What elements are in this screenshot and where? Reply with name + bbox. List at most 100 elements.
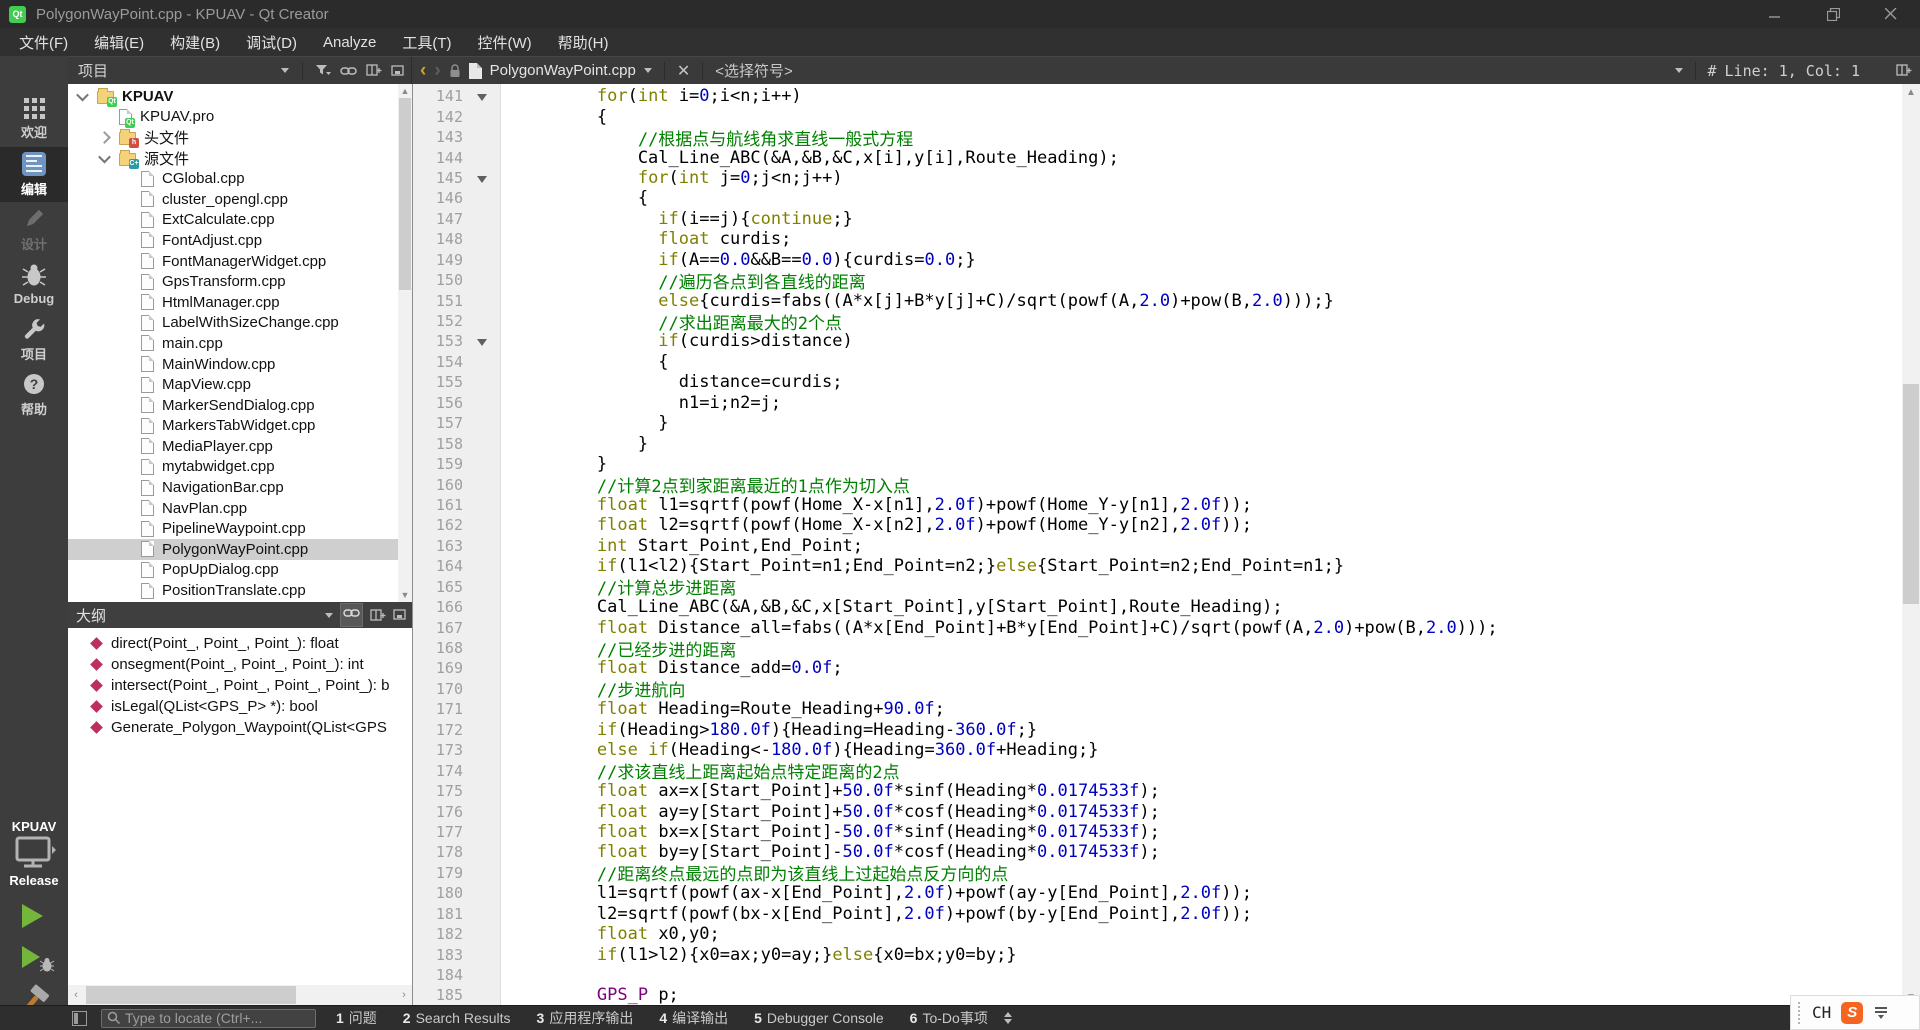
scrollbar-thumb[interactable]	[399, 98, 411, 290]
tree-item[interactable]: PopUpDialog.cpp	[68, 560, 398, 581]
editor-scrollbar[interactable]: ▲ ▼	[1902, 84, 1920, 1005]
tree-item[interactable]: CGlobal.cpp	[68, 168, 398, 189]
code-line[interactable]: 170 //步进航向	[413, 679, 1902, 699]
code-line[interactable]: 161 float l1=sqrtf(powf(Home_X-x[n1],2.0…	[413, 495, 1902, 515]
output-pane-button-4[interactable]: 4编译输出	[659, 1008, 728, 1028]
tree-item[interactable]: LabelWithSizeChange.cpp	[68, 313, 398, 334]
mode-debug[interactable]: Debug	[0, 257, 68, 312]
ime-menu-icon[interactable]	[1875, 1007, 1887, 1019]
restore-button[interactable]	[1804, 0, 1862, 28]
expander-open-icon[interactable]	[76, 89, 89, 102]
code-line[interactable]: 152 //求出距离最大的2个点	[413, 311, 1902, 331]
kit-selector[interactable]	[0, 836, 68, 870]
output-pane-button-5[interactable]: 5Debugger Console	[754, 1010, 884, 1026]
ime-language-indicator[interactable]: CH	[1812, 1003, 1831, 1022]
tree-item[interactable]: main.cpp	[68, 333, 398, 354]
code-line[interactable]: 184	[413, 965, 1902, 985]
locator-input[interactable]: Type to locate (Ctrl+...	[101, 1009, 316, 1028]
code-line[interactable]: 177 float bx=x[Start_Point]-50.0f*sinf(H…	[413, 822, 1902, 842]
menu-item[interactable]: Analyze	[310, 28, 389, 56]
tree-item[interactable]: QtKPUAV	[68, 86, 398, 107]
code-line[interactable]: 160 //计算2点到家距离最近的1点作为切入点	[413, 474, 1902, 494]
code-line[interactable]: 183 if(l1>l2){x0=ax;y0=ay;}else{x0=bx;y0…	[413, 944, 1902, 964]
tree-item[interactable]: MarkersTabWidget.cpp	[68, 416, 398, 437]
filter-icon[interactable]	[316, 64, 331, 78]
output-pane-button-1[interactable]: 1问题	[336, 1008, 377, 1028]
tree-item[interactable]: PipelineWaypoint.cpp	[68, 518, 398, 539]
menu-item[interactable]: 调试(D)	[233, 28, 310, 56]
outline-item[interactable]: onsegment(Point_, Point_, Point_): int	[68, 654, 412, 675]
open-document-name[interactable]: PolygonWayPoint.cpp	[490, 62, 636, 79]
scrollbar-thumb[interactable]	[1903, 384, 1919, 604]
tree-item[interactable]: PolygonWayPoint.cpp	[68, 539, 398, 560]
fold-chevron-icon[interactable]	[477, 94, 487, 101]
code-line[interactable]: 148 float curdis;	[413, 229, 1902, 249]
mode-edit[interactable]: 编辑	[0, 147, 68, 202]
code-line[interactable]: 171 float Heading=Route_Heading+90.0f;	[413, 699, 1902, 719]
tree-item[interactable]: MapView.cpp	[68, 374, 398, 395]
tree-item[interactable]: QtKPUAV.pro	[68, 107, 398, 128]
expander-closed-icon[interactable]	[98, 131, 111, 144]
sync-with-editor-icon[interactable]	[340, 65, 357, 77]
ime-drag-handle[interactable]	[1798, 1002, 1802, 1024]
menu-item[interactable]: 控件(W)	[465, 28, 545, 56]
code-area[interactable]: 141 for(int i=0;i<n;i++)142 {143 //根据点与航…	[413, 86, 1902, 1005]
code-line[interactable]: 150 //遍历各点到各直线的距离	[413, 270, 1902, 290]
menu-item[interactable]: 文件(F)	[6, 28, 81, 56]
tree-item[interactable]: h头文件	[68, 127, 398, 148]
document-dropdown-icon[interactable]	[644, 68, 652, 73]
menu-item[interactable]: 编辑(E)	[81, 28, 157, 56]
split-panel-icon[interactable]	[370, 609, 386, 622]
outline-item[interactable]: isLegal(QList<GPS_P> *): bool	[68, 696, 412, 717]
code-line[interactable]: 165 //计算总步进距离	[413, 577, 1902, 597]
tree-item[interactable]: NavPlan.cpp	[68, 498, 398, 519]
tree-item[interactable]: ExtCalculate.cpp	[68, 210, 398, 231]
split-editor-icon[interactable]	[1896, 64, 1912, 77]
code-line[interactable]: 147 if(i==j){continue;}	[413, 209, 1902, 229]
tree-item[interactable]: cluster_opengl.cpp	[68, 189, 398, 210]
tree-item[interactable]: mytabwidget.cpp	[68, 457, 398, 478]
code-line[interactable]: 166 Cal_Line_ABC(&A,&B,&C,x[Start_Point]…	[413, 597, 1902, 617]
code-line[interactable]: 155 distance=curdis;	[413, 372, 1902, 392]
sync-with-editor-icon[interactable]	[340, 603, 363, 627]
code-line[interactable]: 176 float ay=y[Start_Point]+50.0f*cosf(H…	[413, 801, 1902, 821]
scrollbar-thumb[interactable]	[86, 986, 296, 1004]
code-line[interactable]: 168 //已经步进的距离	[413, 638, 1902, 658]
output-pane-arrows-icon[interactable]	[1004, 1012, 1012, 1024]
debug-run-button[interactable]	[22, 946, 56, 979]
run-button[interactable]	[22, 904, 43, 928]
outline-item[interactable]: direct(Point_, Point_, Point_): float	[68, 633, 412, 654]
code-line[interactable]: 162 float l2=sqrtf(powf(Home_X-x[n2],2.0…	[413, 515, 1902, 535]
tree-item[interactable]: FontManagerWidget.cpp	[68, 251, 398, 272]
tree-item[interactable]: FontAdjust.cpp	[68, 230, 398, 251]
code-line[interactable]: 157 }	[413, 413, 1902, 433]
code-line[interactable]: 141 for(int i=0;i<n;i++)	[413, 86, 1902, 106]
menu-item[interactable]: 工具(T)	[389, 28, 464, 56]
code-line[interactable]: 182 float x0,y0;	[413, 924, 1902, 944]
tree-item[interactable]: MainWindow.cpp	[68, 354, 398, 375]
tree-item[interactable]: MarkerSendDialog.cpp	[68, 395, 398, 416]
scroll-up-icon[interactable]: ▲	[398, 84, 412, 98]
code-line[interactable]: 175 float ax=x[Start_Point]+50.0f*sinf(H…	[413, 781, 1902, 801]
code-line[interactable]: 181 l2=sqrtf(powf(bx-x[End_Point],2.0f)+…	[413, 904, 1902, 924]
sogou-icon[interactable]: S	[1841, 1002, 1863, 1024]
output-pane-button-6[interactable]: 6To-Do事项	[910, 1008, 988, 1028]
tree-item[interactable]: C+源文件	[68, 148, 398, 169]
fold-region[interactable]	[463, 168, 501, 188]
code-line[interactable]: 180 l1=sqrtf(powf(ax-x[End_Point],2.0f)+…	[413, 883, 1902, 903]
outline-dropdown-icon[interactable]	[1675, 68, 1683, 73]
code-line[interactable]: 156 n1=i;n2=j;	[413, 393, 1902, 413]
mode-help[interactable]: ? 帮助	[0, 367, 68, 422]
scroll-up-icon[interactable]: ▲	[1902, 84, 1920, 100]
output-pane-button-3[interactable]: 3应用程序输出	[537, 1008, 634, 1028]
code-line[interactable]: 145 for(int j=0;j<n;j++)	[413, 168, 1902, 188]
code-line[interactable]: 163 int Start_Point,End_Point;	[413, 536, 1902, 556]
fold-chevron-icon[interactable]	[477, 176, 487, 183]
panel-selector-dropdown-icon[interactable]	[281, 68, 289, 73]
code-line[interactable]: 185 GPS_P p;	[413, 985, 1902, 1005]
output-pane-button-2[interactable]: 2Search Results	[403, 1010, 511, 1026]
mode-projects[interactable]: 项目	[0, 312, 68, 367]
code-line[interactable]: 144 Cal_Line_ABC(&A,&B,&C,x[i],y[i],Rout…	[413, 147, 1902, 167]
scroll-left-icon[interactable]: ‹	[68, 985, 84, 1005]
split-panel-icon[interactable]	[366, 64, 382, 77]
